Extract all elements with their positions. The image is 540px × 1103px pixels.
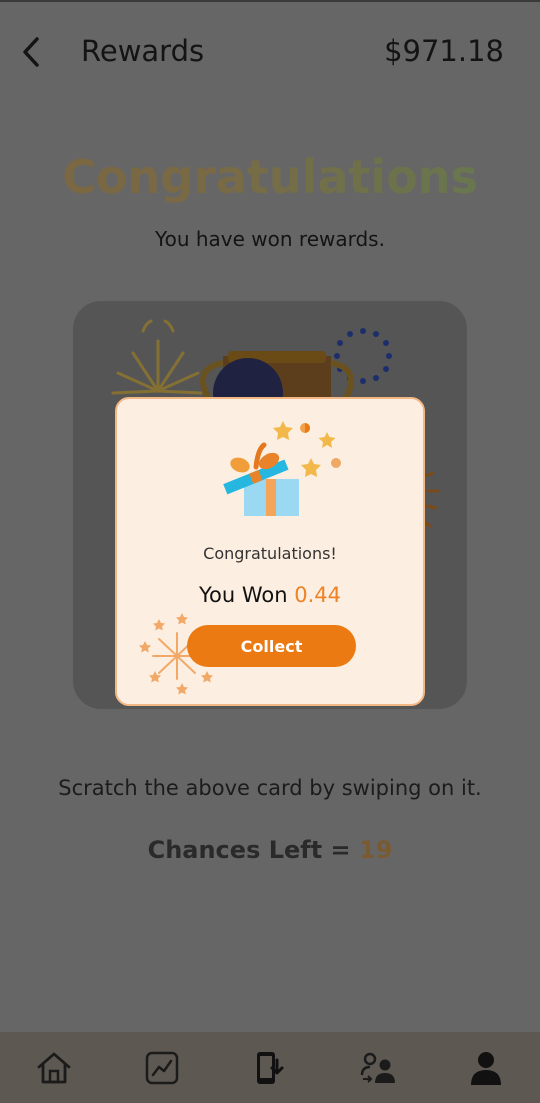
gift-box-icon [223,421,341,516]
bottom-navigation [0,1032,540,1103]
nav-home[interactable] [24,1038,84,1098]
nav-profile[interactable] [456,1038,516,1098]
user-transfer-icon [360,1052,395,1083]
reward-modal: Congratulations! You Won 0.44 Collect [115,397,425,706]
chances-count: 19 [359,836,393,864]
won-label: You Won [198,583,295,607]
nav-rewards[interactable] [240,1038,300,1098]
page-title: Rewards [81,34,205,68]
app-header: Rewards $971.18 [0,0,540,100]
phone-download-icon [257,1051,284,1084]
scratch-instruction: Scratch the above card by swiping on it. [58,776,482,800]
won-amount: 0.44 [294,583,341,607]
chances-left: Chances Left = 19 [0,836,540,864]
profile-icon [471,1051,501,1085]
collect-button[interactable]: Collect [187,625,356,667]
rewards-subtitle: You have won rewards. [155,227,385,251]
nav-stats[interactable] [132,1038,192,1098]
back-button[interactable] [14,32,48,72]
home-icon [37,1052,71,1083]
congratulations-heading: Congratulations [0,150,540,204]
rewards-screen: Rewards $971.18 Congratulations You have… [0,0,540,1103]
wallet-balance: $971.18 [384,34,504,68]
chevron-left-icon [23,37,39,67]
modal-congratulations: Congratulations! [203,544,337,563]
chart-icon [145,1051,179,1084]
won-amount-text: You Won 0.44 [117,583,423,607]
chances-label: Chances Left = [147,836,360,864]
nav-transfer[interactable] [348,1038,408,1098]
